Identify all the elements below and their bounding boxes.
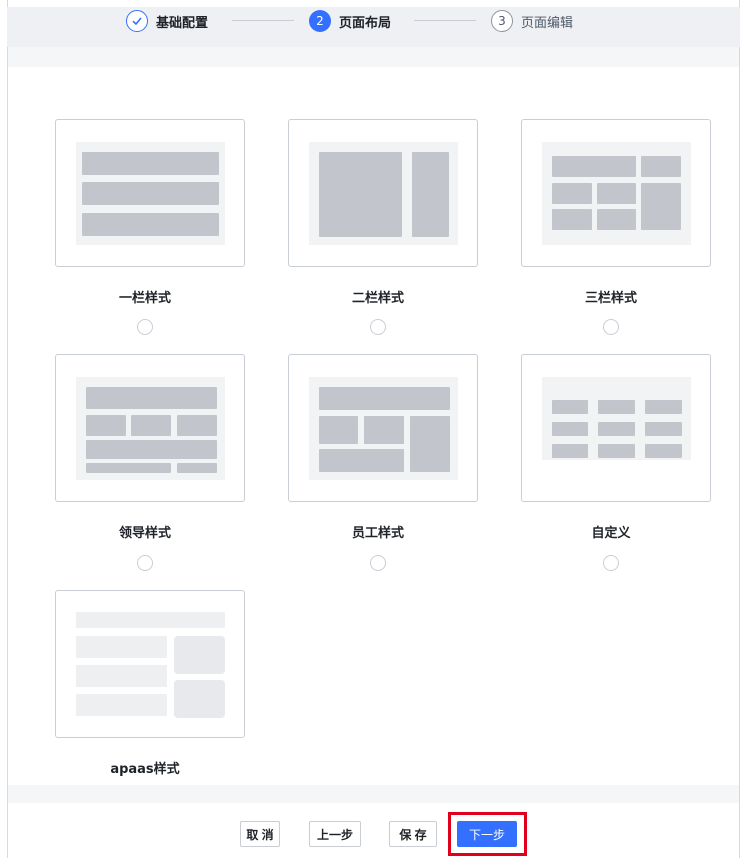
step-label: 页面布局 [339,15,392,31]
layout-radio[interactable] [603,555,619,571]
step-number: 3 [491,10,513,32]
layout-name: 领导样式 [118,526,171,541]
layout-card-three-column[interactable] [521,119,711,267]
layout-card-two-column[interactable] [288,119,478,267]
step-basic-config[interactable]: 基础配置 [126,8,208,34]
step-label: 基础配置 [156,15,209,31]
highlight-box [448,812,527,856]
layout-preview [309,142,458,245]
layout-radio[interactable] [603,319,619,335]
previous-step-button[interactable]: 上一步 [309,821,361,847]
check-icon [126,10,148,32]
step-connector [232,20,294,21]
step-page-layout[interactable]: 2 页面布局 [309,8,391,34]
layout-preview [76,142,225,245]
layout-card-one-column[interactable] [55,119,245,267]
layout-card-employee[interactable] [288,354,478,502]
layout-name: 一栏样式 [118,291,171,306]
step-connector [414,20,476,21]
layout-radio[interactable] [370,555,386,571]
layout-preview [542,377,691,460]
layout-preview [76,611,225,721]
layout-name: 员工样式 [351,526,404,541]
save-button[interactable]: 保 存 [389,821,437,847]
layout-preview [309,377,458,480]
layout-card-leader[interactable] [55,354,245,502]
step-number: 2 [309,10,331,32]
layout-name: apaas样式 [110,762,180,777]
layout-preview [542,142,691,245]
layout-card-custom[interactable] [521,354,711,502]
layout-name: 二栏样式 [351,291,404,306]
layout-preview [76,377,225,480]
layout-name: 自定义 [591,526,631,541]
step-label: 页面编辑 [521,15,574,31]
layout-card-apaas[interactable] [55,590,245,738]
cancel-button[interactable]: 取 消 [240,821,280,847]
layout-name: 三栏样式 [584,291,637,306]
layout-radio[interactable] [370,319,386,335]
layout-radio[interactable] [137,319,153,335]
step-page-edit[interactable]: 3 页面编辑 [491,8,573,34]
layout-radio[interactable] [137,555,153,571]
content-bottom-band [8,785,739,803]
content-top-band [8,47,739,67]
